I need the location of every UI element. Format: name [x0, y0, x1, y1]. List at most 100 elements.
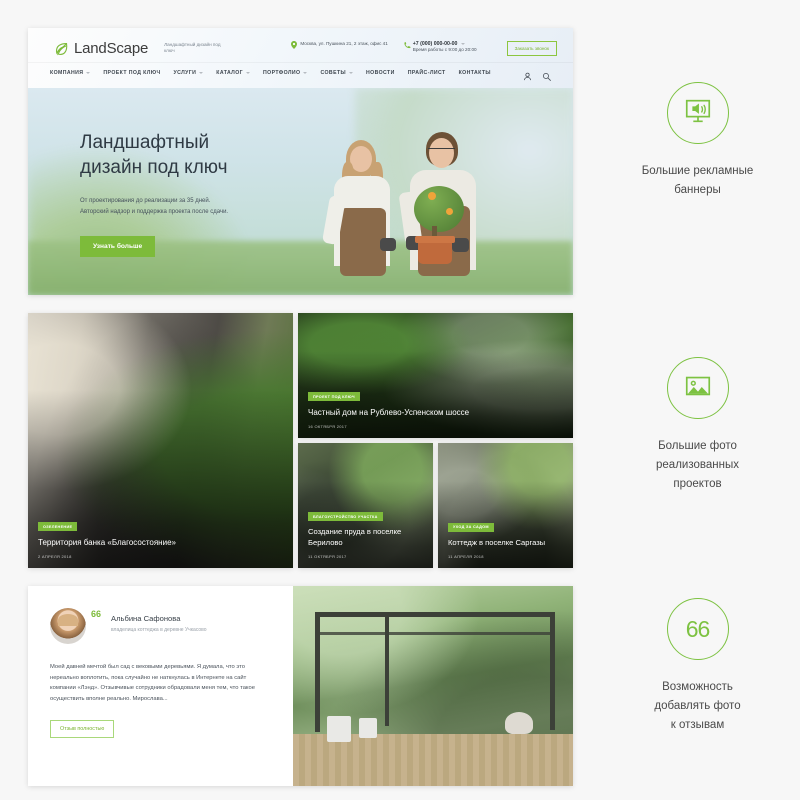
feature-label-line3: к отзывам — [670, 719, 725, 731]
address-block: Москва, ул. Пушкина 21, 2 этаж, офис 41 — [291, 40, 388, 49]
site-header: LandScape Ландшафтный дизайн под ключ Мо… — [28, 28, 573, 88]
pergola-beam-top — [315, 612, 555, 617]
portfolio-big-title: Частный дом на Рублево-Успенском шоссе — [308, 408, 470, 417]
portfolio-small-1-meta: БЛАГОУСТРОЙСТВО УЧАСТКА Создание пруда в… — [308, 505, 423, 559]
review-block: 66 Альбина Сафонова владелица коттеджа в… — [28, 586, 573, 786]
chevron-down-icon[interactable] — [460, 42, 465, 45]
review-content: 66 Альбина Сафонова владелица коттеджа в… — [28, 586, 293, 786]
review-author-name: Альбина Сафонова — [111, 614, 181, 623]
feature-label-line2: баннеры — [674, 184, 721, 196]
phone-wrap[interactable]: +7 (000) 000-00-00 Время работы с 9:00 д… — [413, 41, 477, 54]
logo-text: LandScape — [74, 39, 149, 57]
nav-label: ПРОЕКТ ПОД КЛЮЧ — [103, 69, 161, 76]
portfolio-small-1-title: Создание пруда в поселке Берилово — [308, 527, 402, 547]
feature-label-line3: проектов — [673, 478, 722, 490]
header-contacts: Москва, ул. Пушкина 21, 2 этаж, офис 41 … — [291, 40, 557, 56]
nav-item-advice[interactable]: СОВЕТЫ — [320, 70, 353, 76]
portfolio-grid: ОЗЕЛЕНЕНИЕ Территория банка «Благосостоя… — [28, 313, 573, 568]
nav-label: НОВОСТИ — [366, 69, 395, 76]
hero-title-line2: дизайн под ключ — [80, 157, 228, 178]
nav-item-company[interactable]: КОМПАНИЯ — [50, 69, 91, 76]
user-icon[interactable] — [523, 68, 532, 81]
hero-subtitle: От проектирования до реализации за 35 дн… — [80, 196, 295, 218]
review-text: Моей давней мечтой был сад с вековыми де… — [50, 664, 255, 702]
nav-item-pricelist[interactable]: ПРАЙС-ЛИСТ — [408, 70, 446, 76]
chevron-down-icon — [199, 71, 204, 74]
portfolio-small-row: БЛАГОУСТРОЙСТВО УЧАСТКА Создание пруда в… — [298, 443, 573, 568]
billboard-icon — [683, 96, 713, 131]
phone-number: +7 (000) 000-00-00 — [412, 40, 458, 47]
portfolio-right-column: ПРОЕКТ ПОД КЛЮЧ Частный дом на Рублево-У… — [298, 313, 573, 568]
hero-title: Ландшафтный дизайн под ключ — [80, 130, 295, 180]
feature-label-line1: Большие фото — [658, 440, 737, 452]
nav-label: КОНТАКТЫ — [458, 69, 491, 76]
hero-cta-button[interactable]: Узнать больше — [80, 236, 156, 257]
portfolio-small-2-date: 11 АПРЕЛЯ 2018 — [448, 554, 484, 559]
planter-box-2 — [359, 718, 377, 738]
quote-icon: 66 — [91, 609, 102, 619]
portfolio-small-2-meta: УХОД ЗА САДОМ Коттедж в поселке Саргазы … — [448, 515, 563, 559]
nav-item-catalog[interactable]: КАТАЛОГ — [216, 70, 251, 76]
portfolio-big-date: 16 ОКТЯБРЯ 2017 — [308, 424, 347, 429]
nav-label: УСЛУГИ — [173, 69, 197, 76]
nav-label: КОМПАНИЯ — [50, 69, 84, 76]
image-icon — [683, 371, 713, 406]
header-hero-block: LandScape Ландшафтный дизайн под ключ Мо… — [28, 28, 573, 295]
nav-label: ПРАЙС-ЛИСТ — [407, 69, 446, 76]
nav-icon-group — [523, 68, 551, 81]
site-tagline: Ландшафтный дизайн под ключ — [164, 41, 221, 54]
header-top-row: LandScape Ландшафтный дизайн под ключ Мо… — [28, 28, 573, 62]
pergola-post-left — [315, 612, 320, 732]
portfolio-main-title: Территория банка «Благосостояние» — [38, 538, 176, 547]
callback-button[interactable]: Заказать звонок — [506, 40, 557, 56]
nav-item-turnkey-project[interactable]: ПРОЕКТ ПОД КЛЮЧ — [103, 70, 160, 76]
address-text: Москва, ул. Пушкина 21, 2 этаж, офис 41 — [300, 40, 388, 46]
portfolio-card-big[interactable]: ПРОЕКТ ПОД КЛЮЧ Частный дом на Рублево-У… — [298, 313, 573, 438]
portfolio-card-small-2[interactable]: УХОД ЗА САДОМ Коттедж в поселке Саргазы … — [438, 443, 573, 568]
feature-photos-label: Большие фото реализованных проектов — [595, 437, 800, 494]
portfolio-card-main[interactable]: ОЗЕЛЕНЕНИЕ Территория банка «Благосостоя… — [28, 313, 293, 568]
hero-sub-line2: Авторский надзор и поддержка проекта пос… — [80, 209, 229, 215]
portfolio-small-2-title: Коттедж в поселке Саргазы — [448, 537, 546, 547]
work-hours: Время работы с 9:00 до 20:00 — [412, 47, 477, 53]
feature-review-photos: 66 Возможность добавлять фото к отзывам — [595, 598, 800, 735]
chevron-down-icon — [303, 71, 308, 74]
pergola-post-right — [550, 612, 555, 730]
review-author-role: владелица коттеджа в деревне Учкасово — [111, 627, 207, 633]
nav-label: ПОРТФОЛИО — [263, 69, 301, 76]
search-icon[interactable] — [542, 68, 551, 81]
outdoor-chair — [505, 712, 533, 734]
nav-item-portfolio[interactable]: ПОРТФОЛИО — [263, 69, 308, 76]
nav-item-services[interactable]: УСЛУГИ — [174, 70, 204, 76]
hero-banner: Ландшафтный дизайн под ключ От проектиро… — [28, 88, 573, 295]
website-preview-column: LandScape Ландшафтный дизайн под ключ Мо… — [28, 28, 573, 786]
feature-label-line1: Большие рекламные — [641, 165, 754, 177]
feature-icon-circle: 66 — [666, 598, 729, 660]
feature-icon-circle — [666, 357, 729, 419]
nav-item-news[interactable]: НОВОСТИ — [366, 70, 395, 76]
feature-photos: Большие фото реализованных проектов — [595, 357, 800, 494]
feature-label-line2: реализованных — [656, 459, 739, 471]
feature-banners-label: Большие рекламные баннеры — [595, 162, 800, 200]
portfolio-main-date: 2 АПРЕЛЯ 2018 — [38, 554, 72, 559]
portfolio-card-small-1[interactable]: БЛАГОУСТРОЙСТВО УЧАСТКА Создание пруда в… — [298, 443, 433, 568]
chevron-down-icon — [86, 71, 91, 74]
feature-label-line2: добавлять фото — [654, 700, 741, 712]
feature-icon-circle — [666, 82, 729, 144]
planter-box-1 — [327, 716, 351, 742]
features-column: Большие рекламные баннеры Большие фото р… — [595, 0, 800, 800]
hero-title-line1: Ландшафтный — [80, 132, 210, 153]
chevron-down-icon — [349, 71, 353, 74]
portfolio-small-1-date: 11 ОКТЯБРЯ 2017 — [308, 554, 347, 559]
hero-sub-line1: От проектирования до реализации за 35 дн… — [80, 198, 211, 204]
read-full-review-button[interactable]: Отзыв полностью — [50, 720, 115, 738]
portfolio-big-meta: ПРОЕКТ ПОД КЛЮЧ Частный дом на Рублево-У… — [308, 385, 563, 429]
logo[interactable]: LandScape — [54, 40, 148, 57]
nav-item-contacts[interactable]: КОНТАКТЫ — [459, 70, 491, 76]
main-navigation: КОМПАНИЯ ПРОЕКТ ПОД КЛЮЧ УСЛУГИ КАТАЛОГ — [28, 62, 573, 82]
nav-label: СОВЕТЫ — [320, 69, 346, 76]
status-badge: ОЗЕЛЕНЕНИЕ — [38, 522, 78, 531]
location-pin-icon — [291, 40, 298, 49]
avatar — [50, 608, 86, 644]
portfolio-main-meta: ОЗЕЛЕНЕНИЕ Территория банка «Благосостоя… — [38, 515, 283, 559]
